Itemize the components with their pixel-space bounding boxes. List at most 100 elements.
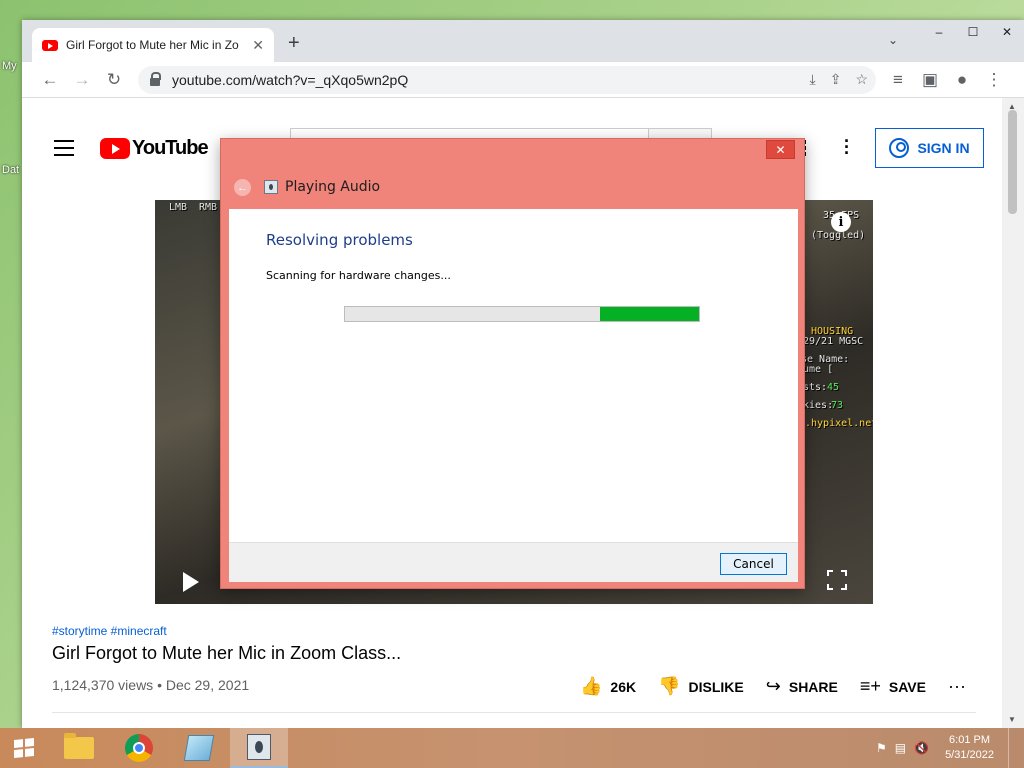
profile-avatar-icon[interactable]: ● [950, 68, 974, 92]
hud-text: RMB [199, 202, 218, 213]
hud-text: LMB [169, 202, 188, 213]
side-panel-icon[interactable]: ▣ [918, 68, 942, 92]
fullscreen-icon[interactable] [827, 570, 847, 590]
hud-text: 45 [827, 382, 840, 393]
share-arrow-icon: ↪ [765, 676, 781, 696]
progress-bar-fill [599, 307, 699, 321]
reload-button[interactable]: ↻ [102, 68, 126, 92]
clock[interactable]: 6:01 PM 5/31/2022 [945, 733, 994, 763]
share-button[interactable]: ↪ SHARE [766, 676, 838, 697]
dialog-content: Resolving problems Scanning for hardware… [229, 209, 798, 542]
share-label: SHARE [788, 678, 838, 695]
dialog-title: Playing Audio [285, 179, 381, 195]
thumbs-down-icon: 👎 [658, 676, 681, 696]
dislike-button[interactable]: 👎 DISLIKE [658, 676, 744, 697]
more-horizontal-icon: ··· [947, 676, 966, 696]
maximize-button[interactable]: ☐ [956, 20, 990, 44]
desktop-icon-label[interactable]: My [2, 60, 17, 72]
dialog-heading: Resolving problems [266, 231, 413, 249]
media-control-icon[interactable]: ≡ [886, 68, 910, 92]
scroll-down-icon[interactable]: ▼ [1008, 715, 1016, 724]
sign-in-label: SIGN IN [917, 140, 970, 156]
dialog-footer: Cancel [229, 542, 798, 582]
browser-menu-icon[interactable]: ⋮ [982, 68, 1006, 92]
back-button[interactable]: ← [38, 68, 62, 92]
thumbs-up-icon: 👍 [580, 676, 603, 696]
install-app-icon[interactable]: ⤓ [810, 71, 816, 88]
folder-icon [64, 733, 94, 759]
troubleshooter-dialog: ✕ ← Playing Audio Resolving problems Sca… [220, 138, 805, 589]
taskbar: ⚑ ▤ 🔇 6:01 PM 5/31/2022 [0, 728, 1024, 768]
video-actions: 👍 26K 👎 DISLIKE ↪ SHARE ≡+ SAVE ··· [580, 676, 988, 697]
save-label: SAVE [888, 678, 926, 695]
hud-text: .hypixel.net [805, 418, 873, 429]
sign-in-button[interactable]: SIGN IN [875, 128, 984, 168]
omnibox-actions: ⤓ ⇪ ☆ [810, 71, 869, 88]
bookmark-star-icon[interactable]: ☆ [855, 71, 868, 88]
tab-search-chevron-icon[interactable]: ⌄ [888, 33, 898, 47]
address-bar[interactable]: youtube.com/watch?v=_qXqo5wn2pQ ⤓ ⇪ ☆ [138, 66, 876, 94]
play-icon[interactable] [183, 572, 199, 592]
hud-text: 73 [831, 400, 844, 411]
scrollbar-thumb[interactable] [1008, 110, 1017, 214]
back-arrow-icon[interactable]: ← [234, 179, 251, 196]
clock-time: 6:01 PM [949, 734, 991, 746]
lock-icon[interactable] [150, 72, 161, 86]
youtube-logo[interactable]: YouTube [100, 137, 209, 160]
dislike-label: DISLIKE [688, 678, 744, 695]
hud-text: 29/21 MGSC [803, 336, 864, 347]
troubleshooter-icon [247, 734, 271, 760]
info-icon[interactable]: i [831, 212, 851, 232]
hud-text: ume [ [803, 364, 834, 375]
new-tab-button[interactable]: + [288, 32, 300, 55]
cancel-button[interactable]: Cancel [720, 553, 787, 575]
more-actions-button[interactable]: ··· [948, 676, 966, 697]
youtube-favicon-icon [42, 39, 58, 51]
hud-text: kies: [803, 400, 834, 411]
playlist-add-icon: ≡+ [859, 676, 881, 696]
tab-close-icon[interactable]: ✕ [252, 37, 264, 54]
save-button[interactable]: ≡+ SAVE [860, 676, 926, 697]
window-controls: – ☐ ✕ [922, 20, 1024, 44]
clock-date: 5/31/2022 [945, 749, 994, 761]
notepad-icon [183, 735, 215, 761]
settings-menu-icon[interactable]: · · · [844, 132, 850, 162]
video-hashtags[interactable]: #storytime #minecraft [52, 624, 167, 638]
taskbar-troubleshooter[interactable] [230, 728, 288, 768]
dialog-status-text: Scanning for hardware changes... [266, 269, 451, 282]
minimize-button[interactable]: – [922, 20, 956, 44]
progress-bar [344, 306, 700, 322]
user-account-icon [889, 138, 910, 158]
hud-text: sts: [803, 382, 828, 393]
desktop-icon-label[interactable]: Dat [2, 164, 19, 176]
chrome-icon [125, 734, 153, 762]
tab-strip: Girl Forgot to Mute her Mic in Zo ✕ + ⌄ … [22, 20, 1024, 62]
show-desktop-button[interactable] [1008, 728, 1012, 768]
page-scrollbar[interactable]: ▲ ▼ [1002, 98, 1024, 728]
youtube-wordmark: YouTube [132, 137, 209, 159]
hamburger-menu-icon[interactable] [54, 140, 74, 161]
close-window-button[interactable]: ✕ [990, 20, 1024, 44]
windows-logo-icon [14, 737, 34, 759]
system-tray: ⚑ ▤ 🔇 6:01 PM 5/31/2022 [876, 728, 1024, 768]
url-text: youtube.com/watch?v=_qXqo5wn2pQ [172, 72, 409, 88]
forward-button[interactable]: → [70, 68, 94, 92]
like-count: 26K [610, 678, 637, 695]
youtube-play-logo-icon [100, 138, 130, 159]
start-button[interactable] [0, 728, 48, 768]
taskbar-chrome[interactable] [110, 728, 168, 768]
like-button[interactable]: 👍 26K [580, 676, 636, 697]
troubleshooter-icon [264, 180, 278, 194]
taskbar-file-explorer[interactable] [50, 728, 108, 768]
share-icon[interactable]: ⇪ [830, 71, 842, 88]
volume-muted-icon[interactable]: 🔇 [914, 741, 929, 755]
taskbar-notepad[interactable] [170, 728, 228, 768]
divider [52, 712, 976, 713]
browser-tab[interactable]: Girl Forgot to Mute her Mic in Zo ✕ [32, 28, 274, 62]
network-icon[interactable]: ▤ [895, 741, 906, 755]
action-center-flag-icon[interactable]: ⚑ [876, 741, 887, 755]
tab-title: Girl Forgot to Mute her Mic in Zo [66, 38, 239, 52]
dialog-close-button[interactable]: ✕ [766, 140, 795, 159]
video-meta: 1,124,370 views • Dec 29, 2021 [52, 677, 250, 693]
browser-toolbar: ← → ↻ youtube.com/watch?v=_qXqo5wn2pQ ⤓ … [22, 62, 1024, 98]
